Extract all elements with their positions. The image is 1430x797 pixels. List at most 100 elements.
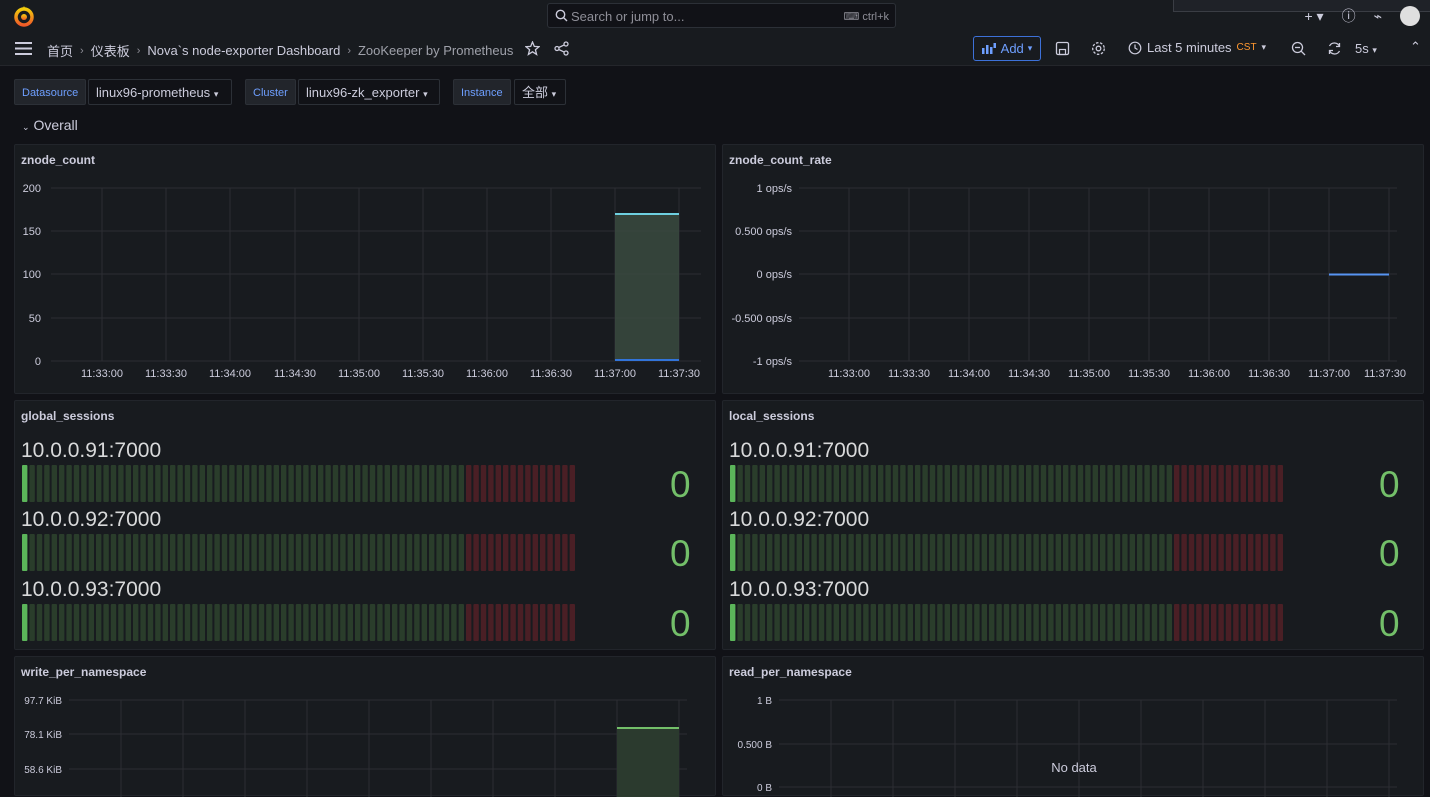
- gear-icon[interactable]: [1091, 41, 1106, 56]
- zoom-out-icon[interactable]: [1291, 41, 1306, 56]
- gauge-cell: [1063, 465, 1069, 502]
- grafana-logo-icon[interactable]: [13, 5, 35, 27]
- plus-icon[interactable]: + ▾: [1304, 8, 1323, 25]
- gauge-cell: [236, 465, 242, 502]
- gauge-cell: [377, 534, 383, 571]
- gauge-cell: [1196, 604, 1202, 641]
- gauge-cell: [730, 604, 736, 641]
- gauge-cell: [1255, 534, 1261, 571]
- gauge-cell: [1077, 465, 1084, 502]
- search-input[interactable]: Search or jump to... ⌨ ctrl+k: [547, 3, 896, 28]
- gauge-cell: [510, 604, 516, 641]
- gauge-cell: [488, 465, 494, 502]
- share-icon[interactable]: [554, 41, 569, 56]
- gauge-cell: [789, 534, 795, 571]
- gauge-cell: [288, 604, 294, 641]
- gauge-cell: [140, 534, 146, 571]
- refresh-interval-picker[interactable]: 5s ▾: [1355, 41, 1377, 56]
- gauge-cell: [103, 534, 109, 571]
- variable-select-instance[interactable]: 全部 ▾: [514, 79, 566, 105]
- gauge-cell: [937, 465, 943, 502]
- row-header-overall[interactable]: ⌄ Overall: [22, 117, 78, 133]
- x-tick-label: 11:34:00: [948, 368, 990, 380]
- gauge-cell: [1181, 534, 1187, 571]
- breadcrumb-home[interactable]: 首页: [47, 41, 73, 60]
- gauge-cell: [569, 604, 575, 641]
- gauge-cell: [73, 465, 80, 502]
- gauge-cell: [266, 604, 272, 641]
- rss-icon[interactable]: ⌁: [1374, 8, 1382, 25]
- variable-select-datasource[interactable]: linux96-prometheus ▾: [88, 79, 232, 105]
- panel-read-per-namespace: read_per_namespace 1 B 0.500 B 0 B No da…: [722, 656, 1424, 797]
- gauge-cell: [811, 534, 817, 571]
- gauge-cell: [900, 534, 906, 571]
- znode-count-rate-chart: 1 ops/s 0.500 ops/s 0 ops/s -0.500 ops/s…: [731, 183, 1406, 380]
- gauge-cell: [66, 604, 72, 641]
- gauge-cell: [863, 465, 869, 502]
- gauge-cell: [325, 534, 331, 571]
- gauge-cell: [1262, 465, 1269, 502]
- gauge-cell: [1166, 465, 1172, 502]
- user-avatar-icon[interactable]: [1400, 6, 1420, 26]
- gauge-cell: [1085, 465, 1091, 502]
- gauge-cell: [1107, 534, 1113, 571]
- gauge-cell: [937, 534, 943, 571]
- gauge-cell: [1048, 465, 1054, 502]
- panel-global-sessions: global_sessions 10.0.0.91:7000 10.0.0.92…: [14, 400, 716, 650]
- add-button[interactable]: Add ▾: [973, 36, 1041, 61]
- gauge-cell: [966, 534, 973, 571]
- gauge-cell: [1122, 465, 1128, 502]
- gauge-cell: [1033, 604, 1039, 641]
- gauge-cell: [325, 465, 331, 502]
- chevron-up-icon[interactable]: ⌃: [1410, 39, 1421, 55]
- gauge-cell: [1003, 534, 1010, 571]
- menu-icon[interactable]: [15, 42, 32, 55]
- help-icon[interactable]: ⓘ: [1342, 6, 1356, 26]
- gauge-cell: [1159, 534, 1165, 571]
- refresh-icon[interactable]: [1327, 41, 1342, 56]
- gauge-cell: [59, 604, 65, 641]
- gauge-cell: [436, 465, 442, 502]
- variable-select-cluster[interactable]: linux96-zk_exporter ▾: [298, 79, 440, 105]
- breadcrumb-dashboards[interactable]: 仪表板: [91, 41, 130, 60]
- gauge-cell: [466, 534, 472, 571]
- time-range-picker[interactable]: Last 5 minutes CST ▾: [1128, 40, 1266, 55]
- gauge-cell: [1248, 534, 1254, 571]
- breadcrumb-folder[interactable]: Nova`s node-exporter Dashboard: [147, 43, 340, 58]
- gauge-cell: [562, 534, 568, 571]
- gauge-cell: [295, 604, 302, 641]
- gauge-cell: [451, 534, 457, 571]
- save-icon[interactable]: [1055, 41, 1070, 56]
- y-tick-label: 0.500 B: [738, 740, 773, 751]
- gauge-cell: [199, 465, 205, 502]
- top-right-icons: + ▾ ⓘ ⌁: [1304, 6, 1420, 26]
- gauge-cell: [1270, 604, 1276, 641]
- gauge-cell: [73, 604, 80, 641]
- gauge-cell: [1203, 604, 1209, 641]
- star-icon[interactable]: [525, 41, 540, 56]
- gauge-cell: [737, 534, 743, 571]
- gauge-cell: [1100, 604, 1106, 641]
- gauge-cell: [1144, 465, 1150, 502]
- gauge-cell: [221, 604, 228, 641]
- breadcrumb-current: ZooKeeper by Prometheus: [357, 43, 514, 58]
- gauge-cell: [1144, 534, 1150, 571]
- panel-znode-count-rate: znode_count_rate 1 ops/s 0.500 ops/s 0 o…: [722, 144, 1424, 394]
- gauge-cell: [51, 534, 57, 571]
- gauge-cell: [774, 604, 780, 641]
- gauge-cell: [1218, 534, 1224, 571]
- y-tick-label: 97.7 KiB: [24, 696, 62, 707]
- gauge-cell: [147, 534, 154, 571]
- gauge-cell: [863, 534, 869, 571]
- gauge-cell: [273, 604, 279, 641]
- gauge-cell: [781, 465, 788, 502]
- gauge-cell: [1033, 465, 1039, 502]
- gauge-cell: [1129, 534, 1135, 571]
- gauge-cell: [937, 604, 943, 641]
- gauge-cell: [915, 604, 921, 641]
- gauge-cell: [244, 534, 250, 571]
- y-tick-label: 1 B: [757, 696, 772, 707]
- gauge-cell: [22, 534, 28, 571]
- gauge-cell: [922, 604, 928, 641]
- gauge-cell: [826, 465, 832, 502]
